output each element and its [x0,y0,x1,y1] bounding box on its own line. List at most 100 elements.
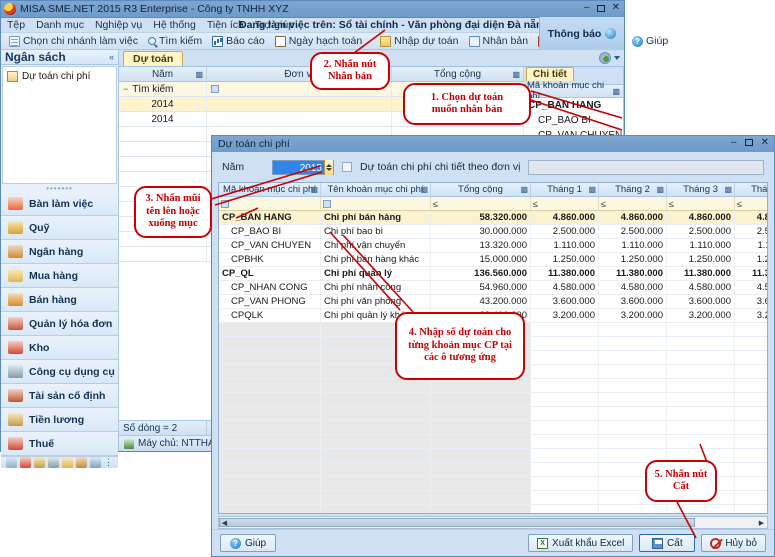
sidebar-item-cong-cu-dung-cu[interactable]: Công cụ dụng cụ [1,360,118,384]
sidebar-item-quy[interactable]: Quỹ [1,216,118,240]
scroll-left-icon[interactable]: ◀ [219,517,230,528]
minimize-icon[interactable]: – [584,2,590,14]
pin-icon[interactable]: ▩ [520,185,528,194]
table-row[interactable]: CP_VAN CHUYEN Chi phí vận chuyển 13.320.… [219,239,767,253]
filter-cell-t3[interactable]: ≤ [667,197,735,210]
cell-t4[interactable]: 1.110.000 [735,239,767,252]
cell-t1[interactable]: 3.200.000 [531,309,599,322]
export-excel-button[interactable]: X Xuất khẩu Excel [528,534,634,552]
menu-item-nghiep-vu[interactable]: Nghiệp vụ [95,19,142,31]
filter-cell-ten[interactable] [321,197,431,210]
cell-t2[interactable]: 3.600.000 [599,295,667,308]
pin-icon[interactable]: ▩ [724,185,732,194]
chevron-down-icon[interactable] [614,56,620,60]
column-header-tong-cong[interactable]: Tổng cộng ▩ [392,67,524,81]
module-mini-icon[interactable] [6,457,17,468]
notification-button[interactable]: Thông báo [539,17,624,50]
cell-t2[interactable]: 2.500.000 [599,225,667,238]
cell-t2[interactable]: 1.110.000 [599,239,667,252]
sidebar-item-ngan-hang[interactable]: Ngân hàng [1,240,118,264]
maximize-icon[interactable] [596,4,605,12]
cell-t1[interactable]: 3.600.000 [531,295,599,308]
list-item[interactable]: CP_BAO BI [524,113,623,128]
filter-cell-ma[interactable] [219,197,321,210]
cell-t1[interactable]: 1.250.000 [531,253,599,266]
table-row[interactable]: CP_NHAN CONG Chi phí nhân công 54.960.00… [219,281,767,295]
toolbar-button-giup[interactable]: ? Giúp [629,35,671,47]
filter-cell-tong[interactable]: ≤ [431,197,531,210]
sidebar-item-thue[interactable]: Thuế [1,432,118,456]
collapse-sidebar-icon[interactable]: « [109,52,114,62]
filter-box-icon[interactable] [221,199,229,208]
module-mini-icon[interactable] [76,457,87,468]
tab-du-toan[interactable]: Dự toán [123,51,184,66]
table-row[interactable]: CP_QL Chi phí quản lý 136.560.000 11.380… [219,267,767,281]
grid-settings-control[interactable] [599,52,620,64]
cell-t2[interactable]: 1.250.000 [599,253,667,266]
table-row[interactable]: CP_VAN PHONG Chi phí văn phòng 43.200.00… [219,295,767,309]
filter-cell-t1[interactable]: ≤ [531,197,599,210]
pin-icon[interactable]: ▩ [656,185,664,194]
sidebar-item-tien-luong[interactable]: Tiền lương [1,408,118,432]
pin-icon[interactable]: ▩ [195,70,203,79]
cell-t3[interactable]: 4.860.000 [667,211,735,224]
tab-chi-tiet[interactable]: Chi tiết [526,67,574,81]
menu-item-tep[interactable]: Tệp [7,19,25,31]
close-icon[interactable]: ✕ [761,137,769,148]
sidebar-item-ban-lam-viec[interactable]: Bàn làm việc [1,192,118,216]
module-overflow-strip[interactable]: ⋮ [1,456,118,468]
column-header-ten-khoan-muc[interactable]: Tên khoản mục chi phí ▩ [321,183,431,196]
filter-operator-icon[interactable]: ≤ [601,199,606,209]
toolbar-button-nhap-du-toan[interactable]: Nhập dự toán [377,35,461,47]
sidebar-item-ban-hang[interactable]: Bán hàng [1,288,118,312]
sidebar-item-du-toan-chi-phi[interactable]: Dự toán chi phí [7,71,112,82]
table-row[interactable]: CPBHK Chi phí bán hàng khác 15.000.000 1… [219,253,767,267]
unit-selector-input[interactable] [528,159,764,175]
pin-icon[interactable]: ▩ [512,70,520,79]
cell-t1[interactable]: 2.500.000 [531,225,599,238]
toolbar-button-bao-cao[interactable]: Báo cáo [209,35,268,47]
minimize-icon[interactable]: – [731,137,737,148]
cell-t4[interactable]: 1.250.000 [735,253,767,266]
toolbar-button-nhan-ban[interactable]: Nhân bản [466,35,532,47]
column-header-thang-2[interactable]: Tháng 2 ▩ [599,183,667,196]
cell-t1[interactable]: 11.380.000 [531,267,599,280]
dialog-horizontal-scrollbar[interactable]: ◀ ▶ [218,516,768,529]
expand-icon[interactable]: − [123,84,128,94]
detail-column-header[interactable]: Mã khoản mục chi phí ▩ [524,80,623,102]
dialog-window-controls[interactable]: – ✕ [731,137,769,148]
cell-t2[interactable]: 3.200.000 [599,309,667,322]
table-row[interactable]: CP_BAO BI Chi phí bao bì 30.000.000 2.50… [219,225,767,239]
cell-t3[interactable]: 2.500.000 [667,225,735,238]
cell-t3[interactable]: 1.110.000 [667,239,735,252]
pin-icon[interactable]: ▩ [310,185,318,194]
cell-t1[interactable]: 4.860.000 [531,211,599,224]
sidebar-item-tai-san-co-dinh[interactable]: Tài sản cố định [1,384,118,408]
module-mini-icon[interactable] [62,457,73,468]
cell-t2[interactable]: 11.380.000 [599,267,667,280]
list-item[interactable]: CP_BAN HANG [524,98,623,113]
toolbar-button-chon-chi-nhanh[interactable]: Chọn chi nhánh làm việc [6,35,141,47]
module-overflow-icon[interactable]: ⋮ [104,457,115,468]
module-mini-icon[interactable] [90,457,101,468]
pin-icon[interactable]: ▩ [588,185,596,194]
cell-t4[interactable]: 11.380.000 [735,267,767,280]
toolbar-button-ngay-hach-toan[interactable]: Ngày hạch toán [272,35,366,47]
column-header-nam[interactable]: Năm ▩ [119,67,207,81]
cancel-button[interactable]: Hủy bỏ [701,534,766,552]
spinner-down-icon[interactable] [326,167,332,171]
dialog-grid-filter-row[interactable]: ≤ ≤ ≤ ≤ ≤ ≤ ≤ [219,197,767,211]
cell-t1[interactable]: 1.110.000 [531,239,599,252]
cell-t4[interactable]: 4.580.000 [735,281,767,294]
cell-t1[interactable]: 4.580.000 [531,281,599,294]
year-input[interactable]: 2015 [272,159,334,175]
detail-by-unit-checkbox[interactable] [342,162,352,172]
cell-t4[interactable]: 3.600.000 [735,295,767,308]
help-button[interactable]: ? Giúp [220,534,276,552]
column-header-thang-3[interactable]: Tháng 3 ▩ [667,183,735,196]
sidebar-item-mua-hang[interactable]: Mua hàng [1,264,118,288]
column-header-thang-1[interactable]: Tháng 1 ▩ [531,183,599,196]
maximize-icon[interactable] [744,139,753,146]
filter-operator-icon[interactable]: ≤ [533,199,538,209]
pin-icon[interactable]: ▩ [612,87,620,96]
